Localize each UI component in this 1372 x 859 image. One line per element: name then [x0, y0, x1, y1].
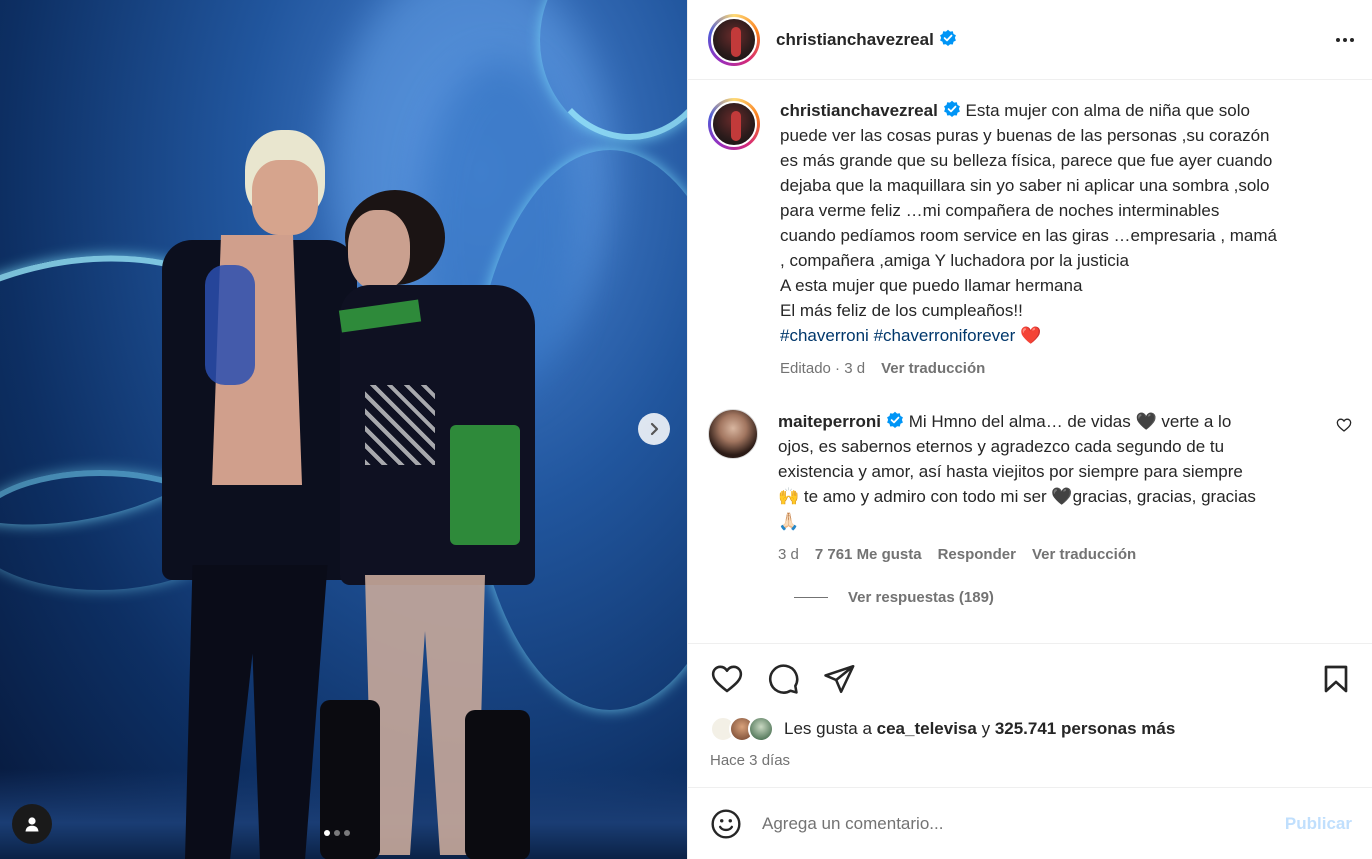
view-replies-label: Ver respuestas (189) [848, 589, 994, 606]
caption-author-username[interactable]: christianchavezreal [780, 100, 961, 120]
verified-badge-icon [887, 411, 903, 428]
hashtag-link[interactable]: #chaverroni [780, 326, 869, 345]
bookmark-icon [1324, 665, 1348, 693]
like-button[interactable] [710, 662, 744, 696]
like-comment-button[interactable] [1336, 409, 1352, 567]
user-icon [25, 817, 39, 832]
caption-line: puede ver las cosas puras y buenas de la… [780, 126, 1270, 145]
caption-author-avatar[interactable] [708, 98, 760, 150]
caption-line: cuando pedíamos room service en las gira… [780, 226, 1277, 245]
more-icon [1336, 37, 1340, 42]
share-button[interactable] [822, 662, 856, 696]
comment-meta: 3 d 7 761 Me gusta Responder Ver traducc… [778, 542, 1336, 567]
comment-item: maiteperroni Mi Hmno del alma… de vidas … [708, 409, 1352, 567]
carousel-indicator [324, 830, 350, 836]
caption-meta: Editado · 3 d Ver traducción [780, 356, 1277, 381]
comment-line: 🙏🏻 [778, 512, 800, 531]
comment-line: 🙌 te amo y admiro con todo mi ser 🖤graci… [778, 487, 1256, 506]
liker-username[interactable]: cea_televisa [877, 719, 977, 738]
likes-connector: y [981, 719, 991, 738]
chevron-right-icon [650, 422, 659, 436]
edited-label: Editado [780, 360, 831, 377]
verified-badge-icon [943, 100, 960, 117]
caption-line: El más feliz de los cumpleaños!! [780, 301, 1023, 320]
caption-line: Esta mujer con alma de niña que solo [965, 101, 1250, 120]
comments-section: christianchavezreal Esta mujer con alma … [688, 80, 1372, 643]
caption-line: dejaba que la maquillara sin yo saber ni… [780, 176, 1270, 195]
emoji-icon [711, 808, 741, 839]
instagram-post-view: christianchavezreal christianchavezreal … [0, 0, 1372, 859]
likes-summary: Les gusta a cea_televisa y 325.741 perso… [710, 716, 1352, 742]
more-options-button[interactable] [1336, 37, 1354, 42]
caption-age[interactable]: 3 d [844, 360, 865, 377]
tagged-users-button[interactable] [12, 804, 52, 844]
caption-text: christianchavezreal Esta mujer con alma … [780, 98, 1277, 348]
reply-button[interactable]: Responder [938, 542, 1016, 567]
save-button[interactable] [1320, 663, 1352, 695]
post-details-panel: christianchavezreal christianchavezreal … [687, 0, 1372, 859]
carousel-dot [324, 830, 330, 836]
red-heart-emoji: ❤️ [1020, 326, 1042, 345]
performer-woman [320, 185, 550, 859]
carousel-dot [344, 830, 350, 836]
likes-count-link[interactable]: 325.741 personas más [995, 719, 1176, 738]
commenter-avatar[interactable] [708, 409, 758, 459]
translate-caption-link[interactable]: Ver traducción [881, 356, 985, 381]
comment-line: ojos, es sabernos eternos y agradezco ca… [778, 437, 1225, 456]
commenter-username[interactable]: maiteperroni [778, 411, 904, 431]
caption-line: para verme feliz …mi compañera de noches… [780, 201, 1220, 220]
view-replies-button[interactable]: Ver respuestas (189) [794, 589, 1352, 606]
caption-line: A esta mujer que puedo llamar hermana [780, 276, 1083, 295]
verified-badge-icon [939, 29, 956, 46]
comment-input[interactable] [762, 813, 1285, 834]
author-avatar[interactable] [708, 13, 760, 66]
comment-line: Mi Hmno del alma… de vidas 🖤 verte a lo [908, 412, 1232, 431]
comment-line: existencia y amor, así hasta viejitos po… [778, 462, 1243, 481]
hashtag-link[interactable]: #chaverroniforever [874, 326, 1016, 345]
comment-composer: Publicar [688, 787, 1372, 859]
next-slide-button[interactable] [638, 413, 670, 445]
translate-comment-link[interactable]: Ver traducción [1032, 542, 1136, 567]
caption: christianchavezreal Esta mujer con alma … [708, 98, 1352, 381]
send-icon [824, 664, 855, 694]
post-header: christianchavezreal [688, 0, 1372, 80]
emoji-picker-button[interactable] [710, 808, 742, 840]
post-actions: Les gusta a cea_televisa y 325.741 perso… [688, 643, 1372, 769]
comment-bubble-icon [769, 664, 799, 694]
post-image[interactable] [0, 0, 687, 859]
comment-button[interactable] [766, 662, 800, 696]
author-username[interactable]: christianchavezreal [776, 29, 957, 50]
comment-text: maiteperroni Mi Hmno del alma… de vidas … [778, 409, 1336, 534]
heart-outline-icon [1336, 418, 1352, 432]
caption-line: , compañera ,amiga Y luchadora por la ju… [780, 251, 1130, 270]
caption-line: es más grande que su belleza física, par… [780, 151, 1273, 170]
heart-icon [711, 665, 743, 693]
carousel-dot [334, 830, 340, 836]
comment-likes-link[interactable]: 7 761 Me gusta [815, 542, 922, 567]
liker-avatars[interactable] [710, 716, 774, 742]
post-time[interactable]: Hace 3 días [710, 752, 1352, 769]
likes-prefix: Les gusta a [784, 719, 872, 738]
post-comment-button[interactable]: Publicar [1285, 814, 1352, 834]
comment-age[interactable]: 3 d [778, 542, 799, 567]
